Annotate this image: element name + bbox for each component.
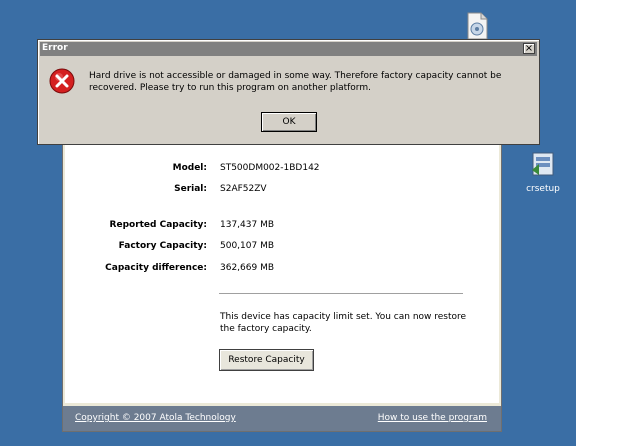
copyright-link[interactable]: Copyright © 2007 Atola Technology bbox=[75, 413, 236, 423]
help-link[interactable]: How to use the program bbox=[378, 413, 487, 423]
dialog-title: Error bbox=[42, 43, 68, 53]
factory-capacity-label: Factory Capacity: bbox=[118, 241, 207, 251]
dialog-titlebar[interactable]: Error × bbox=[40, 42, 537, 56]
model-value: ST500DM002-1BD142 bbox=[220, 163, 320, 173]
close-button[interactable]: × bbox=[523, 43, 535, 54]
factory-capacity-value: 500,107 MB bbox=[220, 241, 275, 251]
capacity-difference-value: 362,669 MB bbox=[220, 263, 275, 273]
app-window: Model: ST500DM002-1BD142 Serial: S2AF52Z… bbox=[62, 130, 502, 432]
capacity-difference-label: Capacity difference: bbox=[105, 263, 207, 273]
restore-capacity-button[interactable]: Restore Capacity bbox=[219, 349, 314, 371]
error-icon bbox=[49, 68, 75, 94]
model-label: Model: bbox=[172, 163, 207, 173]
app-content-panel: Model: ST500DM002-1BD142 Serial: S2AF52Z… bbox=[65, 131, 499, 403]
reported-capacity-label: Reported Capacity: bbox=[109, 220, 207, 230]
serial-label: Serial: bbox=[174, 184, 207, 194]
ok-button[interactable]: OK bbox=[261, 112, 317, 132]
setup-file-icon[interactable] bbox=[466, 12, 488, 40]
reported-capacity-value: 137,437 MB bbox=[220, 220, 275, 230]
divider bbox=[219, 293, 463, 294]
crsetup-desktop-icon[interactable]: crsetup bbox=[522, 150, 564, 194]
error-dialog: Error × Hard drive is not accessible or … bbox=[37, 39, 540, 145]
serial-value: S2AF52ZV bbox=[220, 184, 267, 194]
crsetup-label: crsetup bbox=[526, 184, 560, 194]
capacity-limit-message: This device has capacity limit set. You … bbox=[220, 312, 467, 334]
error-message: Hard drive is not accessible or damaged … bbox=[89, 71, 502, 93]
installer-icon bbox=[532, 152, 554, 176]
footer-bar: Copyright © 2007 Atola Technology How to… bbox=[63, 406, 501, 431]
